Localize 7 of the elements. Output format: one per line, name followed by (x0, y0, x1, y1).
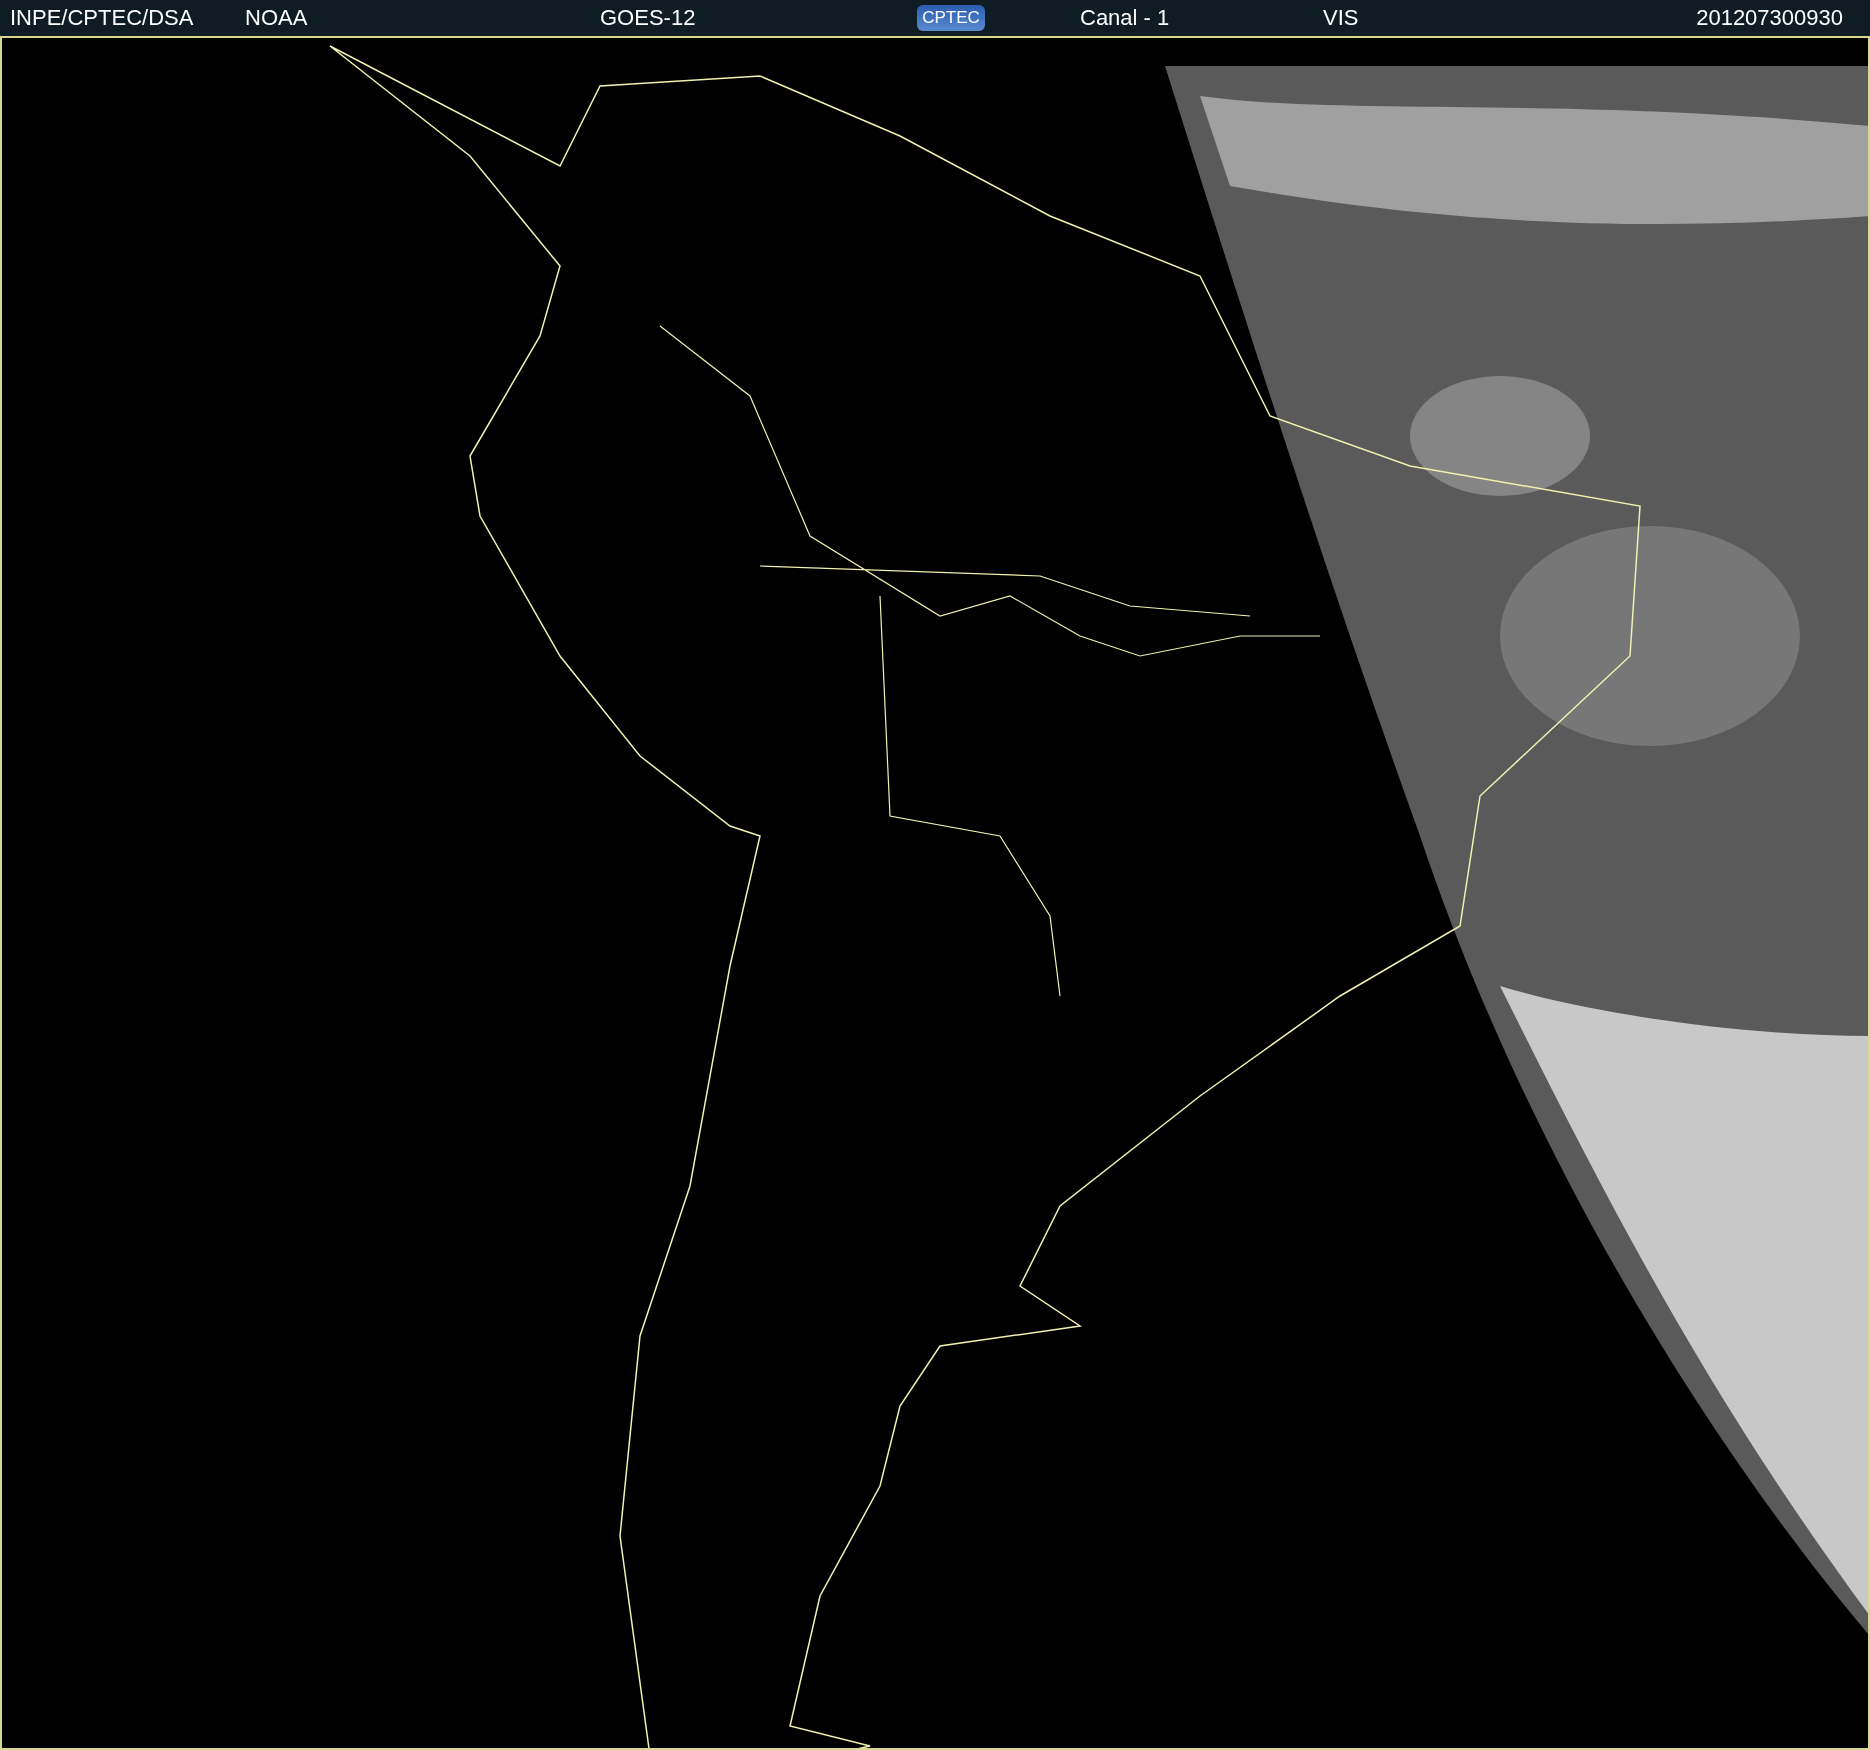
agency-label: NOAA (245, 5, 309, 31)
channel-label: Canal - 1 (1080, 5, 1171, 31)
logo: CPTEC (917, 5, 985, 31)
satellite-label: GOES-12 (600, 5, 697, 31)
band-label: VIS (1323, 5, 1360, 31)
institution-label: INPE/CPTEC/DSA (10, 5, 195, 31)
timestamp-label: 201207300930 (1696, 5, 1843, 31)
